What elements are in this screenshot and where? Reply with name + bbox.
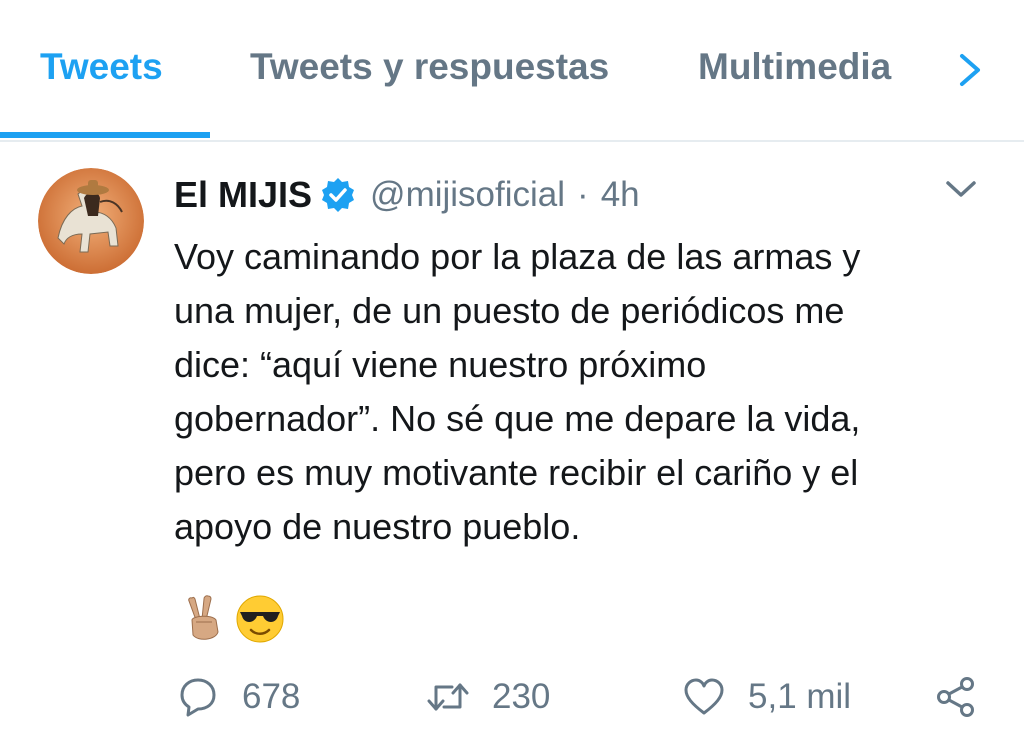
tweet-text-line: dice: “aquí viene nuestro próximo (174, 344, 707, 385)
share-button[interactable] (934, 675, 978, 719)
reply-button[interactable]: 678 (176, 675, 300, 719)
profile-tabs: Tweets Tweets y respuestas Multimedia (0, 0, 1024, 142)
timestamp[interactable]: 4h (601, 175, 640, 215)
active-tab-indicator (0, 132, 210, 138)
tab-tweets-y-respuestas[interactable]: Tweets y respuestas (250, 46, 609, 88)
tweet-text-line: gobernador”. No sé que me depare la vida… (174, 398, 861, 439)
tweet-header: El MIJIS @mijisoficial · 4h (174, 170, 640, 220)
sunglasses-emoji (234, 592, 286, 649)
tab-multimedia[interactable]: Multimedia (698, 46, 891, 88)
tweet-actions: 678 230 5,1 mil (0, 667, 1024, 727)
tab-tweets[interactable]: Tweets (40, 46, 163, 88)
tweet-text-line: apoyo de nuestro pueblo. (174, 506, 581, 547)
tweet-text-line: pero es muy motivante recibir el cariño … (174, 452, 859, 493)
chevron-down-icon[interactable] (944, 178, 978, 200)
reply-icon (180, 678, 216, 717)
reply-count: 678 (242, 677, 301, 716)
tweet-text-line: una mujer, de un puesto de periódicos me (174, 290, 845, 331)
like-button[interactable]: 5,1 mil (682, 675, 851, 719)
verified-badge-icon (320, 177, 356, 213)
victory-hand-emoji (178, 592, 230, 649)
retweet-icon (427, 683, 469, 711)
chevron-right-icon[interactable] (952, 50, 986, 90)
like-count: 5,1 mil (748, 677, 852, 716)
tweet-text: Voy caminando por la plaza de las armas … (174, 230, 994, 554)
retweet-button[interactable]: 230 (426, 675, 550, 719)
like-icon (684, 678, 724, 715)
tweet[interactable]: El MIJIS @mijisoficial · 4h Voy caminand… (0, 142, 1024, 730)
display-name[interactable]: El MIJIS (174, 174, 312, 216)
separator-dot: · (577, 175, 589, 214)
handle[interactable]: @mijisoficial (370, 175, 565, 215)
emoji-row (178, 592, 286, 649)
retweet-count: 230 (492, 677, 551, 716)
share-icon (937, 677, 974, 717)
tweet-text-line: Voy caminando por la plaza de las armas … (174, 236, 861, 277)
avatar[interactable] (38, 168, 144, 274)
